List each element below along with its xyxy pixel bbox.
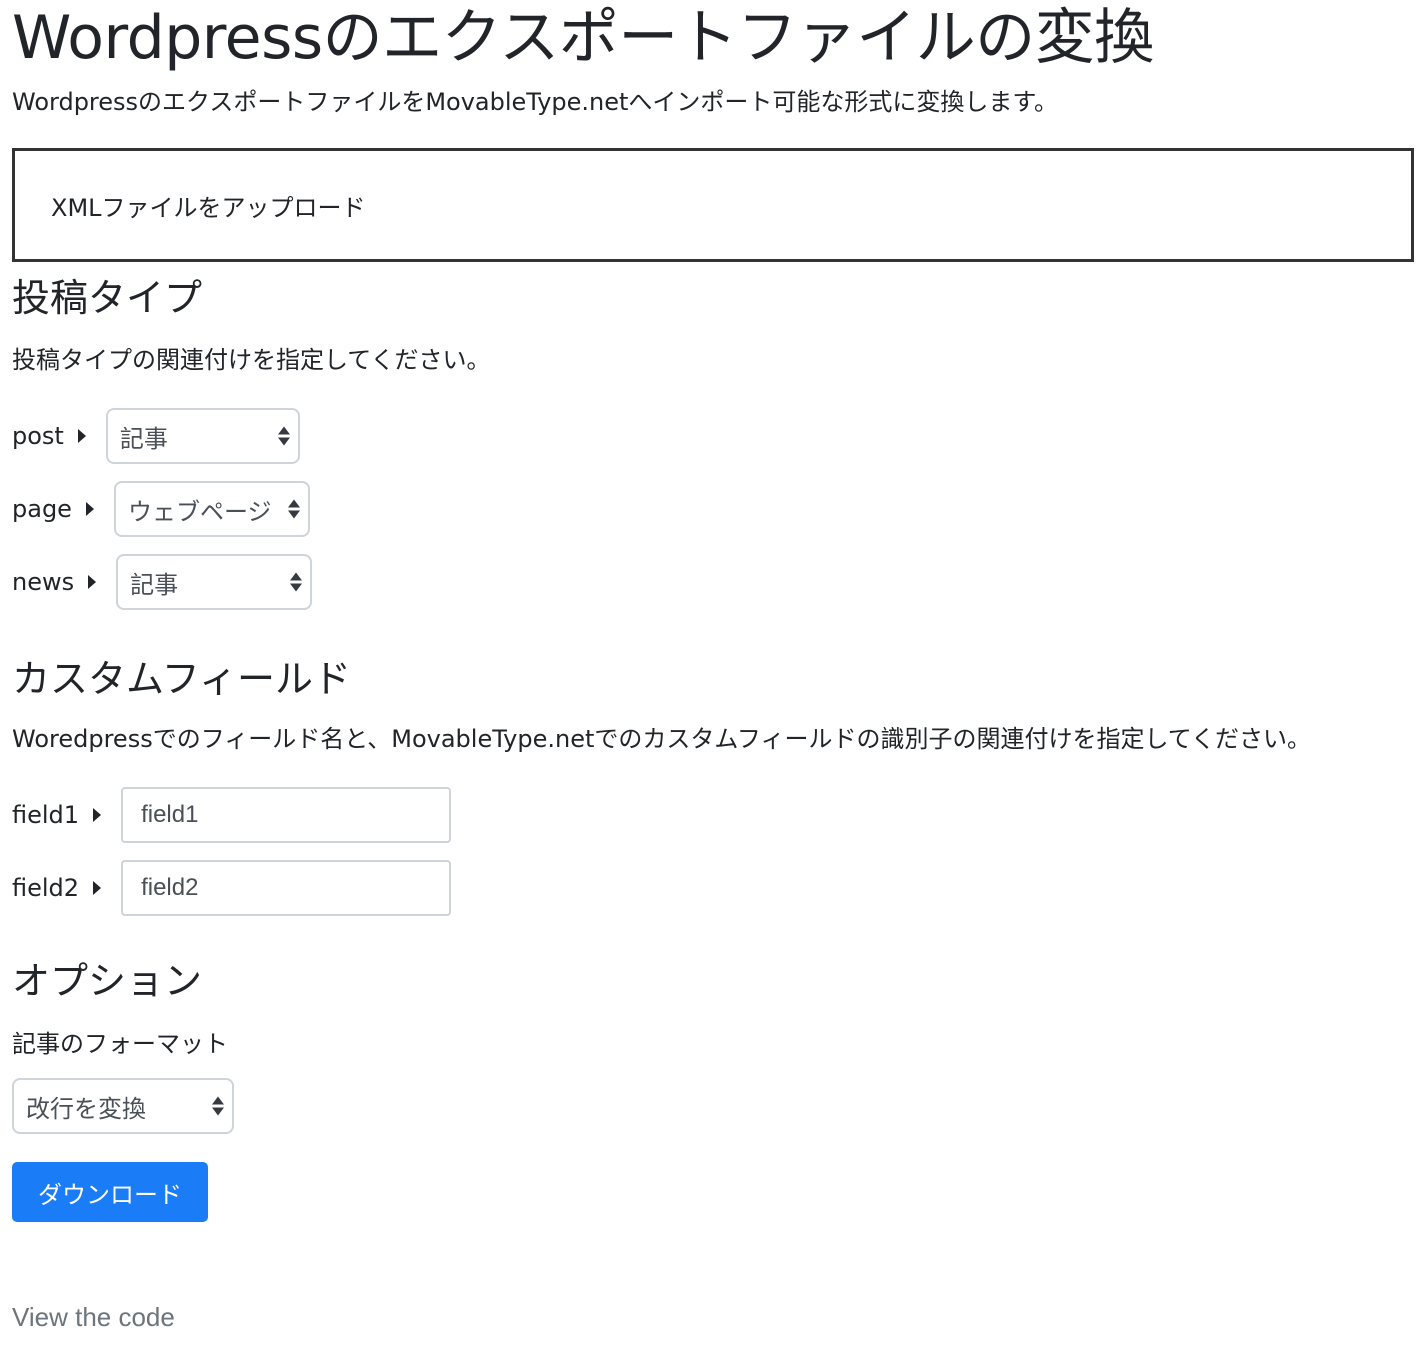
post-type-select-value: 記事	[130, 570, 179, 599]
caret-right-icon	[77, 429, 86, 443]
post-type-label: news	[12, 568, 75, 596]
custom-field-row-field2: field2	[12, 858, 452, 918]
custom-fields-description: Woredpressでのフィールド名と、MovableType.netでのカスタ…	[12, 725, 1312, 753]
custom-field-input[interactable]	[121, 787, 452, 843]
view-code-link[interactable]: View the code	[12, 1302, 175, 1333]
caret-right-icon	[93, 808, 102, 822]
post-type-select[interactable]: ウェブページ	[113, 481, 310, 537]
post-type-select-value: ウェブページ	[127, 497, 272, 526]
post-type-label: page	[12, 495, 72, 523]
format-select-value: 改行を変換	[26, 1094, 146, 1123]
caret-right-icon	[88, 575, 97, 589]
caret-right-icon	[85, 502, 94, 516]
format-row: 改行を変換	[12, 1076, 234, 1136]
select-arrows-icon	[290, 572, 303, 592]
options-heading: オプション	[12, 959, 203, 1003]
post-type-select-value: 記事	[119, 424, 168, 453]
select-arrows-icon	[287, 499, 300, 519]
custom-field-label: field2	[12, 874, 80, 902]
post-type-row-news: news 記事	[12, 552, 313, 612]
post-types-description: 投稿タイプの関連付けを指定してください。	[12, 346, 491, 374]
post-type-select[interactable]: 記事	[105, 408, 300, 464]
post-type-row-post: post 記事	[12, 406, 300, 466]
page-title: Wordpressのエクスポートファイルの変換	[12, 3, 1154, 73]
custom-field-label: field1	[12, 801, 80, 829]
format-select[interactable]: 改行を変換	[12, 1078, 234, 1134]
post-type-select[interactable]: 記事	[116, 554, 313, 610]
page-lead: WordpressのエクスポートファイルをMovableType.netへインポ…	[12, 88, 1059, 116]
upload-dropzone[interactable]: XMLファイルをアップロード	[12, 148, 1414, 262]
post-type-label: post	[12, 422, 64, 450]
upload-label[interactable]: XMLファイルをアップロード	[51, 188, 366, 223]
select-arrows-icon	[277, 426, 290, 446]
custom-fields-heading: カスタムフィールド	[12, 657, 351, 701]
caret-right-icon	[93, 881, 102, 895]
post-types-heading: 投稿タイプ	[12, 276, 203, 320]
select-arrows-icon	[212, 1096, 224, 1116]
post-type-row-page: page ウェブページ	[12, 479, 310, 539]
custom-field-input[interactable]	[121, 860, 452, 916]
download-button[interactable]: ダウンロード	[12, 1162, 208, 1222]
custom-field-row-field1: field1	[12, 785, 452, 845]
format-label: 記事のフォーマット	[12, 1030, 228, 1058]
